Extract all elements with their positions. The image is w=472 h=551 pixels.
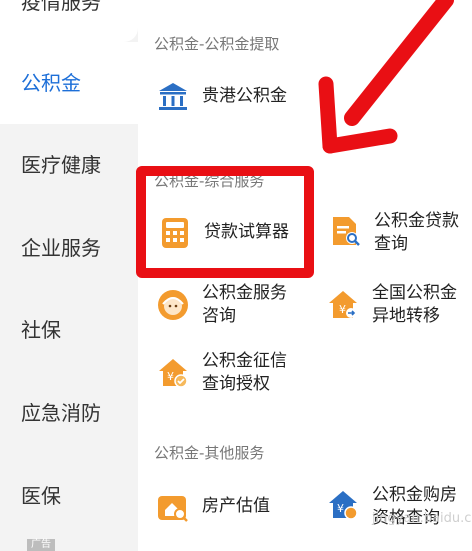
svg-text:¥: ¥ bbox=[339, 303, 346, 316]
tile-fund-consultation[interactable]: 公积金服务咨询 bbox=[156, 282, 316, 330]
customer-service-icon bbox=[158, 290, 188, 320]
document-search-icon bbox=[333, 217, 360, 246]
house-check-icon: ¥ bbox=[159, 359, 188, 388]
sidebar-item-medical[interactable]: 医疗健康 bbox=[0, 151, 138, 179]
bank-icon bbox=[159, 83, 187, 110]
tile-label: 公积金征信查询授权 bbox=[202, 351, 287, 394]
tile-label: 贵港公积金 bbox=[202, 86, 287, 106]
section-title-other: 公积金-其他服务 bbox=[154, 444, 265, 462]
house-search-icon bbox=[158, 496, 188, 522]
ad-tag: 广告 bbox=[27, 539, 55, 551]
sidebar-item-social-security[interactable]: 社保 bbox=[0, 316, 138, 344]
tile-guigang-fund[interactable]: 贵港公积金 bbox=[156, 80, 316, 116]
tile-property-valuation[interactable]: 房产估值 bbox=[156, 490, 306, 526]
tile-loan-calculator[interactable]: 贷款试算器 bbox=[158, 216, 308, 252]
tile-loan-query[interactable]: 公积金贷款查询 bbox=[328, 210, 470, 258]
tile-label: 贷款试算器 bbox=[204, 222, 289, 242]
watermark: jingyan.baidu.com bbox=[372, 511, 472, 526]
sidebar-item-housing-fund[interactable]: 公积金 bbox=[0, 69, 138, 97]
sidebar-item-enterprise[interactable]: 企业服务 bbox=[0, 234, 138, 262]
arrow-annotation-icon bbox=[318, 0, 454, 154]
tile-label: 公积金贷款查询 bbox=[374, 211, 459, 254]
tile-label: 房产估值 bbox=[202, 496, 270, 516]
svg-text:¥: ¥ bbox=[167, 370, 174, 383]
house-transfer-icon: ¥ bbox=[329, 291, 357, 318]
svg-text:¥: ¥ bbox=[337, 502, 344, 515]
sidebar-item-epidemic[interactable]: 疫情服务 bbox=[0, 0, 138, 16]
sidebar-item-emergency[interactable]: 应急消防 bbox=[0, 399, 138, 427]
tile-label: 全国公积金异地转移 bbox=[372, 283, 457, 326]
calculator-icon bbox=[162, 218, 188, 248]
section-title-general: 公积金-综合服务 bbox=[154, 172, 265, 190]
tile-credit-authorization[interactable]: ¥ 公积金征信查询授权 bbox=[156, 350, 316, 398]
sidebar-item-medical-insurance[interactable]: 医保 bbox=[0, 482, 138, 510]
category-sidebar: 疫情服务 公积金 医疗健康 企业服务 社保 应急消防 医保 广告 bbox=[0, 0, 138, 551]
house-person-icon: ¥ bbox=[329, 491, 358, 520]
tile-fund-transfer[interactable]: ¥ 全国公积金异地转移 bbox=[326, 282, 470, 330]
tile-label: 公积金服务咨询 bbox=[202, 283, 287, 326]
section-title-withdrawal: 公积金-公积金提取 bbox=[154, 35, 280, 53]
